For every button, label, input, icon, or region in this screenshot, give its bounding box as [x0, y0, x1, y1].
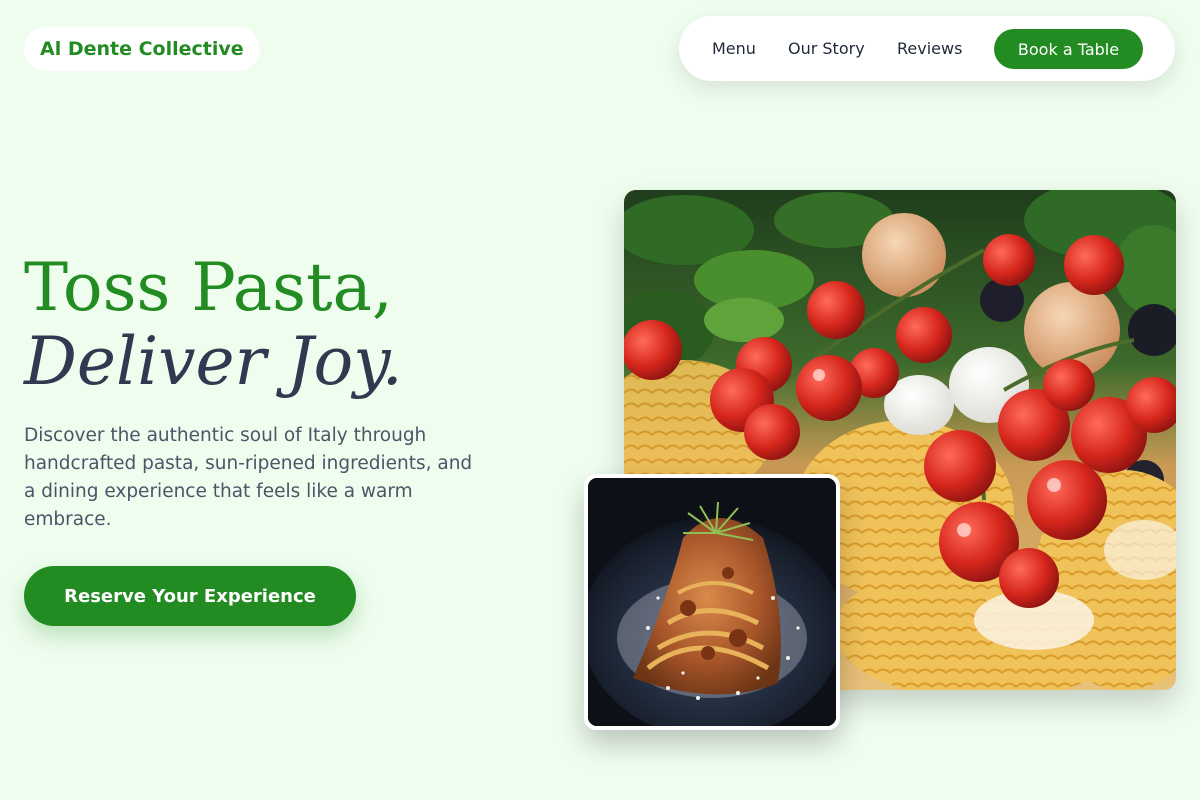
hero-description: Discover the authentic soul of Italy thr… — [24, 425, 473, 530]
brand-logo[interactable]: Al Dente Collective — [24, 27, 260, 71]
page: Al Dente Collective Menu Our Story Revie… — [0, 0, 1200, 800]
hero-thumb-image — [584, 474, 840, 730]
plated-pasta-illustration — [588, 478, 836, 726]
main-nav: Menu Our Story Reviews Book a Table — [679, 16, 1175, 81]
hero-title-line1: Toss Pasta, — [24, 249, 393, 326]
book-table-button[interactable]: Book a Table — [994, 29, 1143, 69]
brand-name: Al Dente Collective — [40, 38, 244, 60]
nav-link-reviews[interactable]: Reviews — [897, 16, 962, 81]
nav-link-menu[interactable]: Menu — [712, 16, 756, 81]
reserve-experience-button[interactable]: Reserve Your Experience — [24, 566, 356, 626]
hero-title-line2: Deliver Joy. — [24, 323, 403, 400]
nav-link-our-story[interactable]: Our Story — [788, 16, 865, 81]
